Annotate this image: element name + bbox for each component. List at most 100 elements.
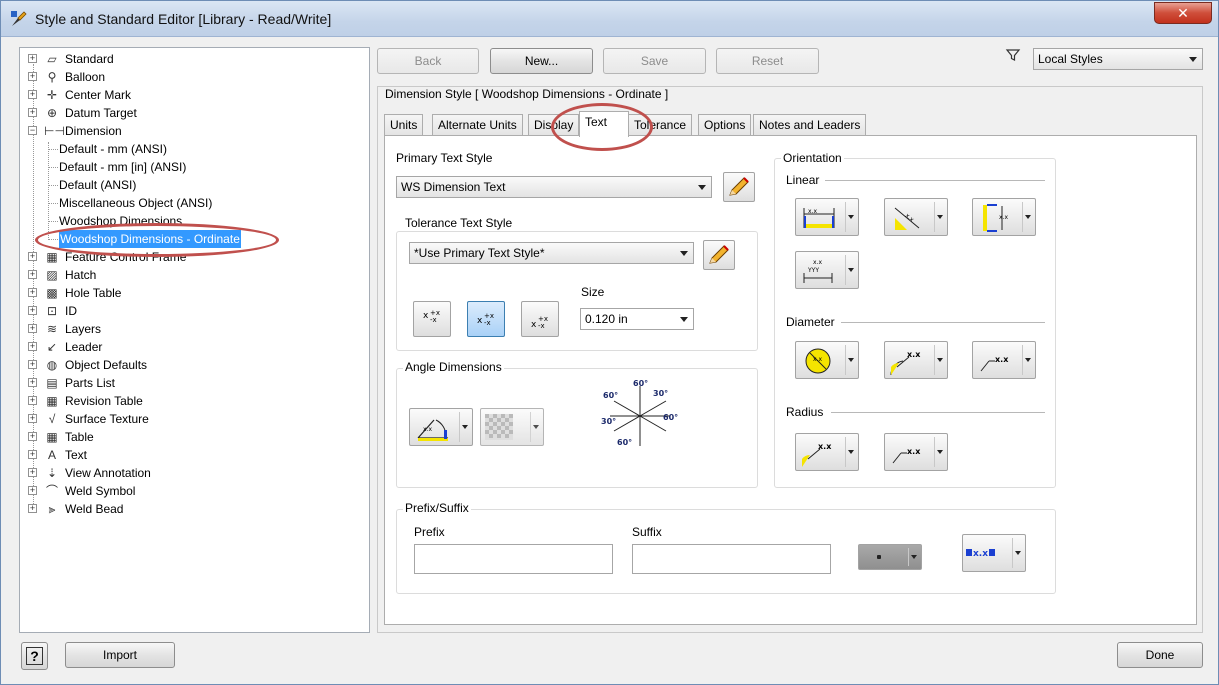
expand-icon[interactable]: + <box>28 468 37 477</box>
filter-icon[interactable] <box>1005 47 1021 63</box>
tree-child-label: Default (ANSI) <box>59 178 137 192</box>
tree-item-weld-symbol[interactable]: + ⌒ Weld Symbol <box>26 482 366 500</box>
tree-child-woodshop-dimensions-ordinate[interactable]: Woodshop Dimensions - Ordinate <box>26 230 366 248</box>
reset-button[interactable]: Reset <box>716 48 819 74</box>
angle-text-disabled-button[interactable] <box>480 408 544 446</box>
expand-icon[interactable]: + <box>28 342 37 351</box>
tree-item-balloon[interactable]: + ⚲ Balloon <box>26 68 366 86</box>
expand-icon[interactable]: + <box>28 252 37 261</box>
linear-vertical-button[interactable]: x.x <box>972 198 1036 236</box>
split-separator <box>1022 345 1023 375</box>
size-select[interactable]: 0.120 in <box>580 308 694 330</box>
expand-icon[interactable]: + <box>28 450 37 459</box>
back-button[interactable]: Back <box>377 48 479 74</box>
tab-options[interactable]: Options <box>698 114 752 136</box>
title-bar[interactable]: Style and Standard Editor [Library - Rea… <box>1 1 1218 37</box>
expand-icon[interactable]: + <box>28 72 37 81</box>
tolerance-middle-align-icon: x +x -x <box>477 312 494 327</box>
tab-units[interactable]: Units <box>384 114 424 136</box>
linear-stacked-button[interactable]: x.x YYY <box>795 251 859 289</box>
tree-item-dimension[interactable]: − ⊢⊣ Dimension <box>26 122 366 140</box>
tree-item-hatch[interactable]: + ▨ Hatch <box>26 266 366 284</box>
expand-icon[interactable]: + <box>28 306 37 315</box>
tree-item-table[interactable]: + ▦ Table <box>26 428 366 446</box>
expand-icon[interactable]: + <box>28 396 37 405</box>
linear-aligned-button[interactable]: x.x <box>795 198 859 236</box>
tree-item-parts-list[interactable]: + ▤ Parts List <box>26 374 366 392</box>
expand-icon[interactable]: + <box>28 486 37 495</box>
tree-item-id[interactable]: + ⊡ ID <box>26 302 366 320</box>
tolerance-text-style-select[interactable]: *Use Primary Text Style* <box>409 242 694 264</box>
tree-item-object-defaults[interactable]: + ◍ Object Defaults <box>26 356 366 374</box>
tree-child-default-mm-in-ansi-[interactable]: Default - mm [in] (ANSI) <box>26 158 366 176</box>
style-tree-panel[interactable]: + ▱ Standard + ⚲ Balloon + ✛ Center Mark + ⊕ Datum … <box>19 47 370 633</box>
tree-item-view-annotation[interactable]: + ⇣ View Annotation <box>26 464 366 482</box>
expand-icon[interactable]: + <box>28 504 37 513</box>
done-button[interactable]: Done <box>1117 642 1203 668</box>
angle-text-orientation-button[interactable]: x.x <box>409 408 473 446</box>
tree-item-center-mark[interactable]: + ✛ Center Mark <box>26 86 366 104</box>
tree-item-surface-texture[interactable]: + √ Surface Texture <box>26 410 366 428</box>
expand-icon[interactable]: + <box>28 360 37 369</box>
expand-icon[interactable]: + <box>28 288 37 297</box>
expand-icon[interactable]: + <box>28 108 37 117</box>
tree-item-weld-bead[interactable]: + ⫸ Weld Bead <box>26 500 366 518</box>
primary-text-style-select[interactable]: WS Dimension Text <box>396 176 712 198</box>
close-button[interactable]: ✕ <box>1154 2 1212 24</box>
tree-item-revision-table[interactable]: + ▦ Revision Table <box>26 392 366 410</box>
diameter-horizontal-button[interactable]: x.x <box>972 341 1036 379</box>
text-position-button[interactable]: x.x <box>962 534 1026 572</box>
expand-icon[interactable]: + <box>28 378 37 387</box>
diameter-inside-button[interactable]: x.x <box>795 341 859 379</box>
save-button[interactable]: Save <box>603 48 706 74</box>
new-button[interactable]: New... <box>490 48 593 74</box>
tree-item-label: ID <box>65 304 77 318</box>
text-tab-content: Primary Text Style WS Dimension Text Tol… <box>384 135 1197 625</box>
tree-item-standard[interactable]: + ▱ Standard <box>26 50 366 68</box>
radius-horizontal-button[interactable]: x.x <box>884 433 948 471</box>
tolerance-stacked-top-button[interactable]: x +x -x <box>413 301 451 337</box>
text-position-icon: x.x <box>966 549 995 559</box>
collapse-icon[interactable]: − <box>28 126 37 135</box>
radius-aligned-button[interactable]: x.x <box>795 433 859 471</box>
tree-item-hole-table[interactable]: + ▩ Hole Table <box>26 284 366 302</box>
tree-item-feature-control-frame[interactable]: + ▦ Feature Control Frame <box>26 248 366 266</box>
prefix-input[interactable] <box>414 544 613 574</box>
angle-label-top: 60° <box>633 379 648 388</box>
suffix-input[interactable] <box>632 544 831 574</box>
chevron-down-icon <box>698 185 706 190</box>
tree-child-default-ansi-[interactable]: Default (ANSI) <box>26 176 366 194</box>
expand-icon[interactable]: + <box>28 54 37 63</box>
symbol-insert-button[interactable] <box>858 544 922 570</box>
tree-item-label: Dimension <box>65 124 122 138</box>
tree-item-datum-target[interactable]: + ⊕ Datum Target <box>26 104 366 122</box>
linear-parallel-button[interactable]: x.x <box>884 198 948 236</box>
tab-text[interactable]: Text <box>579 111 629 137</box>
chevron-down-icon <box>848 450 854 454</box>
tab-notes-and-leaders[interactable]: Notes and Leaders <box>753 114 867 136</box>
tree-child-woodshop-dimensions[interactable]: Woodshop Dimensions <box>26 212 366 230</box>
tree-item-leader[interactable]: + ↙ Leader <box>26 338 366 356</box>
help-button[interactable]: ? <box>21 642 48 670</box>
style-filter-select[interactable]: Local Styles <box>1033 48 1203 70</box>
tolerance-stacked-middle-button[interactable]: x +x -x <box>467 301 505 337</box>
tolerance-stacked-bottom-button[interactable]: x +x -x <box>521 301 559 337</box>
edit-primary-text-style-button[interactable] <box>723 172 755 202</box>
expand-icon[interactable]: + <box>28 432 37 441</box>
tree-item-label: Balloon <box>65 70 106 84</box>
import-button[interactable]: Import <box>65 642 175 668</box>
center-mark-icon: ✛ <box>46 88 58 102</box>
tree-item-text[interactable]: + A Text <box>26 446 366 464</box>
diameter-aligned-button[interactable]: x.x <box>884 341 948 379</box>
tab-display[interactable]: Display <box>528 114 580 136</box>
expand-icon[interactable]: + <box>28 324 37 333</box>
tree-child-miscellaneous-object-ansi-[interactable]: Miscellaneous Object (ANSI) <box>26 194 366 212</box>
tab-alternate-units[interactable]: Alternate Units <box>432 114 523 136</box>
expand-icon[interactable]: + <box>28 90 37 99</box>
tree-item-layers[interactable]: + ≋ Layers <box>26 320 366 338</box>
tab-tolerance[interactable]: Tolerance <box>628 114 693 136</box>
tree-child-default-mm-ansi-[interactable]: Default - mm (ANSI) <box>26 140 366 158</box>
expand-icon[interactable]: + <box>28 270 37 279</box>
edit-tolerance-text-style-button[interactable] <box>703 240 735 270</box>
expand-icon[interactable]: + <box>28 414 37 423</box>
